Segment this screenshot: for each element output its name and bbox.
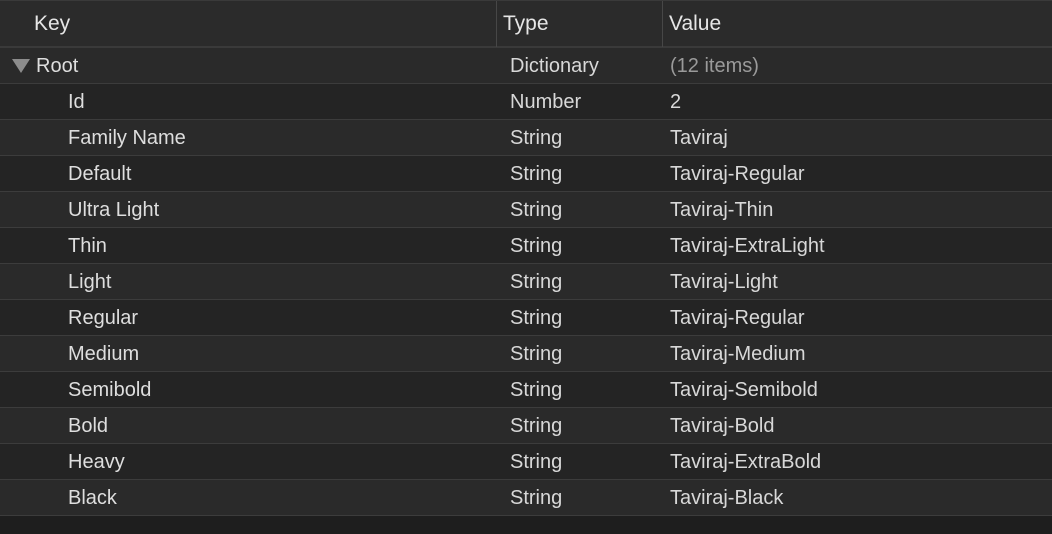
column-header-value[interactable]: Value bbox=[662, 1, 1052, 47]
row-value[interactable]: Taviraj-Thin bbox=[670, 192, 1050, 227]
row-type[interactable]: String bbox=[510, 300, 660, 335]
row-value[interactable]: Taviraj-ExtraLight bbox=[670, 228, 1050, 263]
row-key[interactable]: Bold bbox=[68, 408, 488, 443]
table-row[interactable]: Id Number 2 bbox=[0, 84, 1052, 120]
row-value[interactable]: Taviraj-Regular bbox=[670, 300, 1050, 335]
row-value[interactable]: Taviraj-Bold bbox=[670, 408, 1050, 443]
row-type[interactable]: String bbox=[510, 192, 660, 227]
table-row[interactable]: Black String Taviraj-Black bbox=[0, 480, 1052, 516]
row-type[interactable]: String bbox=[510, 372, 660, 407]
table-row[interactable]: Family Name String Taviraj bbox=[0, 120, 1052, 156]
row-value[interactable]: Taviraj-Semibold bbox=[670, 372, 1050, 407]
row-type[interactable]: String bbox=[510, 408, 660, 443]
row-value[interactable]: Taviraj-ExtraBold bbox=[670, 444, 1050, 479]
row-key[interactable]: Thin bbox=[68, 228, 488, 263]
row-key[interactable]: Root bbox=[36, 48, 456, 83]
column-header: Key Type Value bbox=[0, 0, 1052, 48]
table-row[interactable]: Bold String Taviraj-Bold bbox=[0, 408, 1052, 444]
row-key[interactable]: Id bbox=[68, 84, 488, 119]
row-type[interactable]: String bbox=[510, 156, 660, 191]
row-value: (12 items) bbox=[670, 55, 759, 77]
column-header-type[interactable]: Type bbox=[496, 1, 662, 47]
row-type[interactable]: String bbox=[510, 336, 660, 371]
plist-editor: Key Type Value Root Dictionary (12 items… bbox=[0, 0, 1052, 534]
row-value[interactable]: Taviraj bbox=[670, 120, 1050, 155]
disclosure-triangle-icon[interactable] bbox=[12, 59, 30, 73]
table-row[interactable]: Medium String Taviraj-Medium bbox=[0, 336, 1052, 372]
table-row[interactable]: Regular String Taviraj-Regular bbox=[0, 300, 1052, 336]
row-value[interactable]: 2 bbox=[670, 84, 1050, 119]
row-key[interactable]: Regular bbox=[68, 300, 488, 335]
row-type[interactable]: Number bbox=[510, 84, 660, 119]
row-key[interactable]: Heavy bbox=[68, 444, 488, 479]
row-key[interactable]: Medium bbox=[68, 336, 488, 371]
row-key[interactable]: Ultra Light bbox=[68, 192, 488, 227]
table-row[interactable]: Thin String Taviraj-ExtraLight bbox=[0, 228, 1052, 264]
table-row[interactable]: Light String Taviraj-Light bbox=[0, 264, 1052, 300]
table-row-root[interactable]: Root Dictionary (12 items) bbox=[0, 48, 1052, 84]
row-value[interactable]: Taviraj-Black bbox=[670, 480, 1050, 515]
row-key[interactable]: Semibold bbox=[68, 372, 488, 407]
row-type[interactable]: String bbox=[510, 480, 660, 515]
plist-rows: Root Dictionary (12 items) Id Number 2 F… bbox=[0, 48, 1052, 516]
empty-area bbox=[0, 516, 1052, 534]
row-value[interactable]: Taviraj-Regular bbox=[670, 156, 1050, 191]
table-row[interactable]: Ultra Light String Taviraj-Thin bbox=[0, 192, 1052, 228]
row-type[interactable]: String bbox=[510, 444, 660, 479]
row-key[interactable]: Family Name bbox=[68, 120, 488, 155]
column-header-key[interactable]: Key bbox=[28, 1, 496, 47]
row-type[interactable]: String bbox=[510, 264, 660, 299]
row-type[interactable]: String bbox=[510, 120, 660, 155]
row-type[interactable]: Dictionary bbox=[510, 48, 660, 83]
table-row[interactable]: Default String Taviraj-Regular bbox=[0, 156, 1052, 192]
row-key[interactable]: Default bbox=[68, 156, 488, 191]
table-row[interactable]: Heavy String Taviraj-ExtraBold bbox=[0, 444, 1052, 480]
row-key[interactable]: Black bbox=[68, 480, 488, 515]
row-value[interactable]: Taviraj-Medium bbox=[670, 336, 1050, 371]
row-value[interactable]: Taviraj-Light bbox=[670, 264, 1050, 299]
table-row[interactable]: Semibold String Taviraj-Semibold bbox=[0, 372, 1052, 408]
row-type[interactable]: String bbox=[510, 228, 660, 263]
row-key[interactable]: Light bbox=[68, 264, 488, 299]
